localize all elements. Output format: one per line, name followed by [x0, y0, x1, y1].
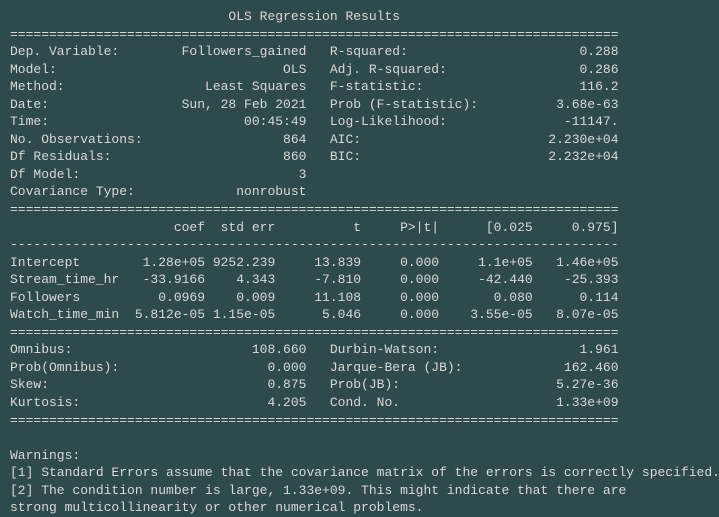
ols-regression-output: OLS Regression Results =================…	[0, 0, 719, 514]
